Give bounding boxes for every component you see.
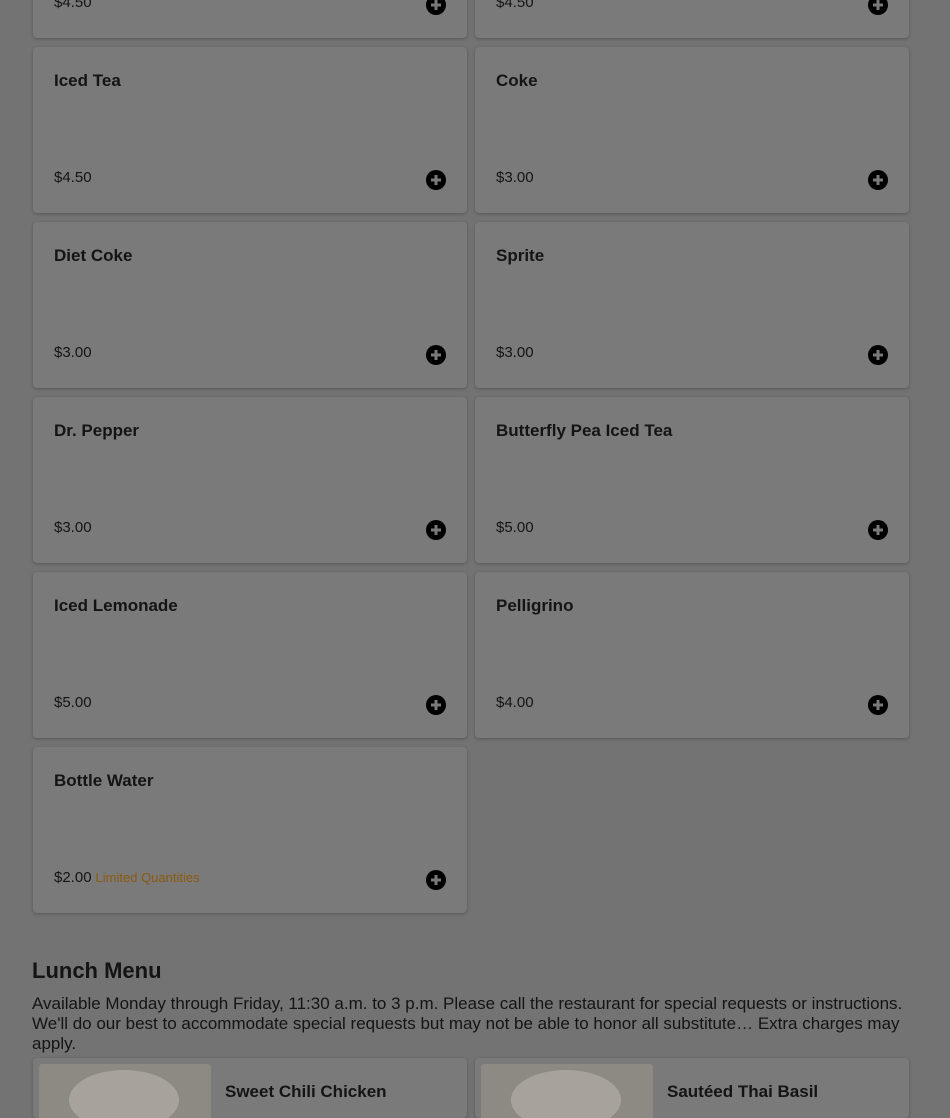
add-item-icon[interactable] — [426, 0, 446, 15]
add-item-icon[interactable] — [426, 695, 446, 715]
menu-item-card[interactable]: Iced Tea $4.50 — [33, 47, 467, 213]
add-item-icon[interactable] — [426, 870, 446, 890]
item-name: Sprite — [496, 246, 545, 265]
item-price: $5.00 — [54, 694, 92, 711]
menu-item-card[interactable]: Iced Lemonade $5.00 — [33, 572, 467, 738]
menu-item-card[interactable]: Dr. Pepper $3.00 — [33, 397, 467, 563]
menu-item-card[interactable]: Diet Coke $3.00 — [33, 222, 467, 388]
add-item-icon[interactable] — [426, 345, 446, 365]
limited-quantities-badge: Limited Quantities — [95, 870, 200, 885]
menu-item-card[interactable]: Sautéed Thai Basil — [475, 1058, 909, 1118]
item-name: Sautéed Thai Basil — [667, 1082, 819, 1101]
item-price: $3.00 — [54, 344, 92, 361]
add-item-icon[interactable] — [426, 520, 446, 540]
item-name: Coke — [496, 71, 538, 90]
item-price: $4.50 — [496, 0, 534, 11]
item-name: Iced Lemonade — [54, 596, 178, 615]
item-price: $3.00 — [496, 344, 534, 361]
item-photo — [481, 1064, 653, 1118]
item-price: $4.50 — [54, 169, 92, 186]
item-name: Butterfly Pea Iced Tea — [496, 421, 673, 440]
item-price: $3.00 — [54, 519, 92, 536]
item-photo — [39, 1064, 211, 1118]
item-name: Iced Tea — [54, 71, 121, 90]
item-name: Sweet Chili Chicken — [225, 1082, 387, 1101]
item-price: $5.00 — [496, 519, 534, 536]
item-price: $3.00 — [496, 169, 534, 186]
item-name: Dr. Pepper — [54, 421, 140, 440]
menu-item-card[interactable]: $4.50 — [475, 0, 909, 38]
add-item-icon[interactable] — [868, 0, 888, 15]
add-item-icon[interactable] — [868, 345, 888, 365]
add-item-icon[interactable] — [868, 520, 888, 540]
item-price: $4.50 — [54, 0, 92, 11]
item-name: Diet Coke — [54, 246, 133, 265]
item-name: Pelligrino — [496, 596, 574, 615]
item-price-value: $2.00 — [54, 869, 92, 886]
section-title: Lunch Menu — [32, 958, 162, 983]
menu-item-card[interactable]: Pelligrino $4.00 — [475, 572, 909, 738]
menu-item-card[interactable]: $4.50 — [33, 0, 467, 38]
menu-item-card[interactable]: Sweet Chili Chicken — [33, 1058, 467, 1118]
add-item-icon[interactable] — [868, 170, 888, 190]
add-item-icon[interactable] — [868, 695, 888, 715]
menu-item-card[interactable]: Bottle Water $2.00 Limited Quantities — [33, 747, 467, 913]
menu-item-card[interactable]: Coke $3.00 — [475, 47, 909, 213]
menu-item-card[interactable]: Butterfly Pea Iced Tea $5.00 — [475, 397, 909, 563]
section-description: Available Monday through Friday, 11:30 a… — [32, 994, 903, 1053]
menu-item-card[interactable]: Sprite $3.00 — [475, 222, 909, 388]
item-price: $4.00 — [496, 694, 534, 711]
item-price: $2.00 Limited Quantities — [54, 869, 200, 886]
item-name: Bottle Water — [54, 771, 154, 790]
add-item-icon[interactable] — [426, 170, 446, 190]
